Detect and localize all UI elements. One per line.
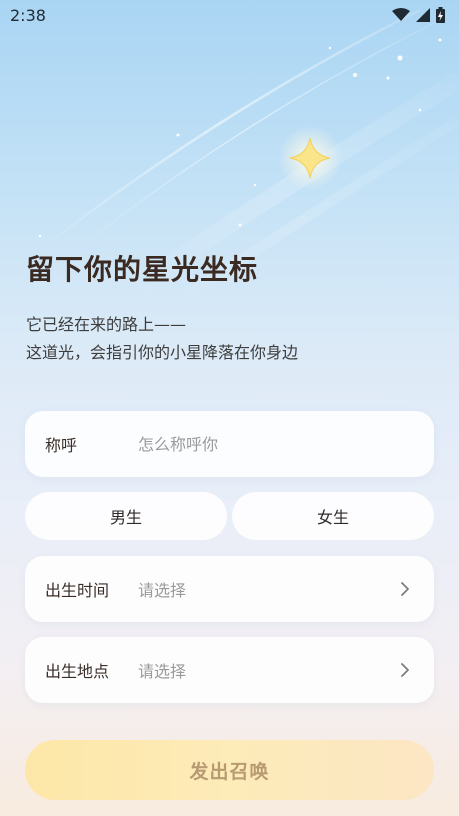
birth-place-value: 请选择 (138, 662, 187, 681)
page-title: 留下你的星光坐标 (26, 253, 259, 286)
status-icons (392, 7, 445, 23)
chevron-right-icon (401, 663, 409, 677)
battery-icon (436, 7, 445, 23)
gender-male-button[interactable]: 男生 (25, 492, 227, 540)
nickname-input[interactable] (138, 411, 418, 477)
chevron-right-icon (401, 582, 409, 596)
signal-icon (416, 8, 430, 22)
subtitle-line-1: 它已经在来的路上—— (26, 315, 187, 334)
submit-summon-button[interactable]: 发出召唤 (25, 740, 434, 800)
gender-female-label: 女生 (316, 508, 349, 527)
submit-summon-label: 发出召唤 (189, 760, 270, 783)
birth-time-selector[interactable]: 出生时间 请选择 (25, 556, 434, 622)
birth-place-label: 出生地点 (45, 662, 110, 681)
status-time: 2:38 (10, 6, 46, 25)
birth-place-selector[interactable]: 出生地点 请选择 (25, 637, 434, 703)
gender-male-label: 男生 (109, 508, 142, 527)
nickname-field[interactable]: 称呼 (25, 411, 434, 477)
status-bar: 2:38 (0, 0, 459, 32)
wifi-icon (392, 8, 410, 21)
nickname-label: 称呼 (45, 436, 78, 455)
birth-time-value: 请选择 (138, 581, 187, 600)
subtitle-line-2: 这道光，会指引你的小星降落在你身边 (26, 343, 299, 362)
gender-female-button[interactable]: 女生 (232, 492, 434, 540)
birth-time-label: 出生时间 (45, 581, 110, 600)
